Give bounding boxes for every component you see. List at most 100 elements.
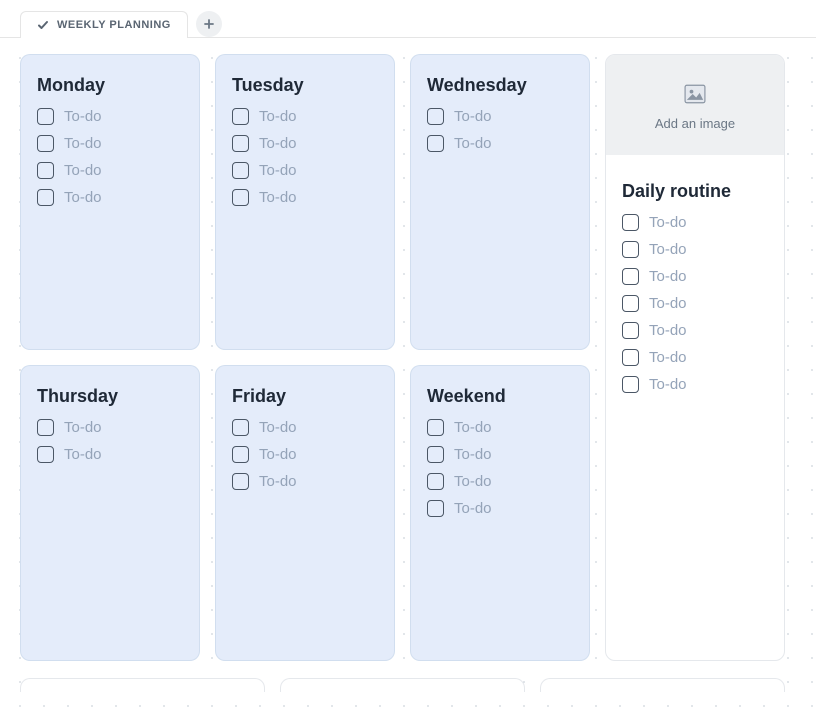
- card-title: Friday: [232, 386, 378, 407]
- checkbox-icon[interactable]: [622, 322, 639, 339]
- card-monday[interactable]: Monday To-do To-do To-do To-do: [20, 54, 200, 350]
- card-wednesday[interactable]: Wednesday To-do To-do: [410, 54, 590, 350]
- add-image-label: Add an image: [655, 116, 735, 131]
- todo-label: To-do: [64, 108, 102, 125]
- todo-item[interactable]: To-do: [232, 446, 378, 463]
- todo-item[interactable]: To-do: [622, 295, 768, 312]
- todo-label: To-do: [259, 446, 297, 463]
- todo-label: To-do: [259, 135, 297, 152]
- todo-item[interactable]: To-do: [232, 108, 378, 125]
- tab-weekly-planning[interactable]: WEEKLY PLANNING: [20, 11, 188, 38]
- card-partial[interactable]: [20, 678, 265, 692]
- card-weekend[interactable]: Weekend To-do To-do To-do To-do: [410, 365, 590, 661]
- todo-item[interactable]: To-do: [37, 135, 183, 152]
- todo-label: To-do: [454, 108, 492, 125]
- todo-item[interactable]: To-do: [622, 376, 768, 393]
- card-title: Monday: [37, 75, 183, 96]
- checkbox-icon[interactable]: [622, 295, 639, 312]
- todo-label: To-do: [259, 189, 297, 206]
- todo-label: To-do: [454, 135, 492, 152]
- todo-item[interactable]: To-do: [427, 108, 573, 125]
- card-title: Tuesday: [232, 75, 378, 96]
- todo-item[interactable]: To-do: [232, 189, 378, 206]
- todo-label: To-do: [64, 162, 102, 179]
- todo-item[interactable]: To-do: [427, 500, 573, 517]
- checkbox-icon[interactable]: [232, 419, 249, 436]
- todo-item[interactable]: To-do: [37, 108, 183, 125]
- checkbox-icon[interactable]: [232, 473, 249, 490]
- checkbox-icon[interactable]: [427, 419, 444, 436]
- checkbox-icon[interactable]: [37, 419, 54, 436]
- checkbox-icon[interactable]: [37, 446, 54, 463]
- card-tuesday[interactable]: Tuesday To-do To-do To-do To-do: [215, 54, 395, 350]
- card-partial[interactable]: [280, 678, 525, 692]
- todo-item[interactable]: To-do: [622, 214, 768, 231]
- checkbox-icon[interactable]: [37, 108, 54, 125]
- todo-item[interactable]: To-do: [37, 189, 183, 206]
- checkbox-icon[interactable]: [37, 189, 54, 206]
- checkbox-icon[interactable]: [427, 135, 444, 152]
- tab-label: WEEKLY PLANNING: [57, 19, 171, 31]
- todo-item[interactable]: To-do: [232, 473, 378, 490]
- card-title: Daily routine: [622, 181, 768, 202]
- add-tab-button[interactable]: [196, 11, 222, 37]
- card-title: Wednesday: [427, 75, 573, 96]
- todo-label: To-do: [259, 108, 297, 125]
- image-icon: [681, 80, 709, 108]
- todo-label: To-do: [649, 295, 687, 312]
- todo-item[interactable]: To-do: [427, 446, 573, 463]
- checkbox-icon[interactable]: [232, 189, 249, 206]
- todo-item[interactable]: To-do: [232, 135, 378, 152]
- checkbox-icon[interactable]: [622, 268, 639, 285]
- todo-item[interactable]: To-do: [622, 322, 768, 339]
- todo-label: To-do: [454, 500, 492, 517]
- todo-item[interactable]: To-do: [427, 473, 573, 490]
- canvas[interactable]: Monday To-do To-do To-do To-do Tuesday T…: [0, 38, 816, 708]
- checkbox-icon[interactable]: [622, 376, 639, 393]
- checkbox-icon[interactable]: [622, 349, 639, 366]
- card-partial[interactable]: [540, 678, 785, 692]
- todo-label: To-do: [259, 162, 297, 179]
- todo-label: To-do: [454, 419, 492, 436]
- checkbox-icon[interactable]: [37, 135, 54, 152]
- card-daily-routine[interactable]: Add an image Daily routine To-do To-do T…: [605, 54, 785, 661]
- card-title: Weekend: [427, 386, 573, 407]
- todo-item[interactable]: To-do: [232, 162, 378, 179]
- checkbox-icon[interactable]: [232, 108, 249, 125]
- card-title: Thursday: [37, 386, 183, 407]
- todo-item[interactable]: To-do: [37, 446, 183, 463]
- todo-label: To-do: [259, 473, 297, 490]
- checkbox-icon[interactable]: [427, 500, 444, 517]
- todo-item[interactable]: To-do: [427, 419, 573, 436]
- todo-label: To-do: [649, 322, 687, 339]
- todo-label: To-do: [454, 473, 492, 490]
- checkbox-icon[interactable]: [427, 446, 444, 463]
- todo-item[interactable]: To-do: [37, 419, 183, 436]
- checkbox-icon[interactable]: [427, 473, 444, 490]
- tab-bar: WEEKLY PLANNING: [0, 0, 816, 38]
- checkbox-icon[interactable]: [427, 108, 444, 125]
- todo-item[interactable]: To-do: [622, 268, 768, 285]
- card-friday[interactable]: Friday To-do To-do To-do: [215, 365, 395, 661]
- checkbox-icon[interactable]: [37, 162, 54, 179]
- todo-label: To-do: [64, 189, 102, 206]
- todo-label: To-do: [64, 446, 102, 463]
- card-thursday[interactable]: Thursday To-do To-do: [20, 365, 200, 661]
- todo-label: To-do: [454, 446, 492, 463]
- checkbox-icon[interactable]: [232, 135, 249, 152]
- checkbox-icon[interactable]: [622, 241, 639, 258]
- check-icon: [37, 19, 49, 31]
- todo-item[interactable]: To-do: [622, 349, 768, 366]
- checkbox-icon[interactable]: [232, 162, 249, 179]
- todo-label: To-do: [649, 376, 687, 393]
- todo-label: To-do: [649, 241, 687, 258]
- add-image-area[interactable]: Add an image: [606, 55, 784, 155]
- todo-item[interactable]: To-do: [427, 135, 573, 152]
- daily-body: Daily routine To-do To-do To-do To-do To…: [606, 165, 784, 409]
- todo-item[interactable]: To-do: [37, 162, 183, 179]
- todo-item[interactable]: To-do: [622, 241, 768, 258]
- todo-item[interactable]: To-do: [232, 419, 378, 436]
- todo-label: To-do: [259, 419, 297, 436]
- checkbox-icon[interactable]: [232, 446, 249, 463]
- checkbox-icon[interactable]: [622, 214, 639, 231]
